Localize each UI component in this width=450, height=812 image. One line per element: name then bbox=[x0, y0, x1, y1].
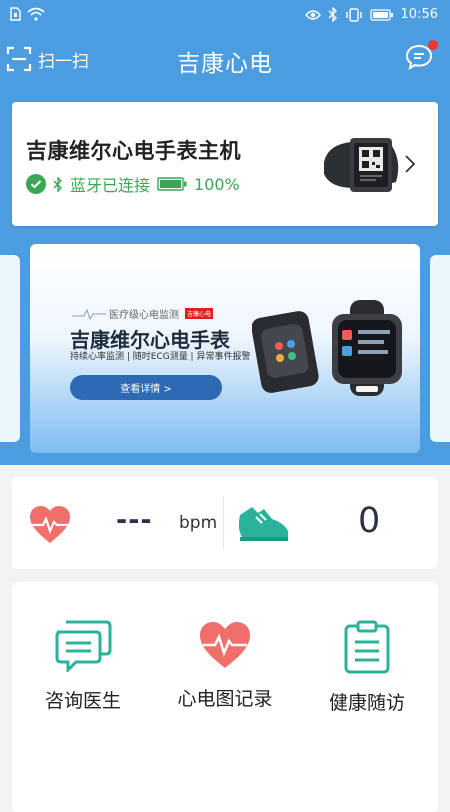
banner-tag: 医疗级心电监测 吉康心电 bbox=[72, 306, 214, 321]
banner-tag-text: 医疗级心电监测 bbox=[109, 310, 179, 321]
notification-badge bbox=[428, 40, 438, 50]
check-circle-icon bbox=[26, 174, 46, 194]
health-followup-label: 健康随访 bbox=[328, 692, 405, 714]
banner-next-peek[interactable] bbox=[430, 255, 450, 442]
eye-icon bbox=[304, 9, 321, 20]
sim-icon bbox=[10, 7, 21, 21]
chat-bubbles-icon bbox=[55, 620, 112, 672]
status-time: 10:56 bbox=[400, 7, 438, 22]
steps-shoe-icon bbox=[238, 507, 288, 541]
view-details-button[interactable]: 查看详情 > bbox=[70, 375, 222, 400]
clipboard-icon bbox=[344, 620, 390, 674]
heart-rate-unit: bpm bbox=[179, 513, 218, 533]
consult-doctor-label: 咨询医生 bbox=[44, 690, 121, 712]
heart-rate-icon bbox=[30, 506, 70, 543]
bluetooth-icon bbox=[328, 7, 337, 22]
promo-banner[interactable]: 医疗级心电监测 吉康心电 吉康维尔心电手表 持续心率监测 | 随时ECG测量 |… bbox=[30, 244, 420, 453]
device-status: 蓝牙已连接 100% bbox=[26, 172, 247, 196]
battery-percentage: 100% bbox=[194, 174, 240, 194]
status-bar: 10:56 bbox=[0, 0, 450, 32]
message-button[interactable] bbox=[404, 40, 438, 72]
brand-logo: 吉康心电 bbox=[185, 308, 214, 319]
banner-prev-peek[interactable] bbox=[0, 255, 20, 442]
wifi-icon bbox=[27, 7, 45, 21]
ecg-records-label: 心电图记录 bbox=[177, 688, 273, 710]
battery-icon bbox=[369, 8, 393, 21]
nav-bar: 扫一扫 吉康心电 bbox=[0, 32, 450, 90]
watch-device-image bbox=[324, 138, 399, 192]
heart-rate-value: --- bbox=[116, 505, 153, 536]
device-card[interactable]: 吉康维尔心电手表主机 蓝牙已连接 100% bbox=[12, 102, 438, 226]
ecg-records-button[interactable]: 心电图记录 bbox=[154, 620, 296, 711]
banner-subtitle: 持续心率监测 | 随时ECG测量 | 异常事件报警 bbox=[70, 352, 251, 362]
bluetooth-status-text: 蓝牙已连接 bbox=[70, 176, 151, 195]
stats-divider bbox=[223, 497, 224, 549]
device-name: 吉康维尔心电手表主机 bbox=[26, 139, 241, 163]
page-title: 吉康心电 bbox=[177, 51, 273, 77]
consult-doctor-button[interactable]: 咨询医生 bbox=[12, 620, 154, 713]
health-stats-card: --- bpm 0 bbox=[12, 477, 438, 569]
banner-watch-image bbox=[252, 300, 402, 396]
vibrate-icon bbox=[345, 7, 362, 22]
battery-level-icon bbox=[157, 177, 187, 191]
health-followup-button[interactable]: 健康随访 bbox=[296, 620, 438, 715]
bluetooth-status-icon bbox=[53, 176, 62, 192]
chevron-right-icon bbox=[405, 155, 416, 173]
services-card: 咨询医生 心电图记录 健康随访 bbox=[12, 582, 438, 812]
steps-value: 0 bbox=[358, 501, 381, 541]
heart-ecg-icon bbox=[200, 622, 250, 668]
ecg-line-icon bbox=[72, 308, 106, 320]
